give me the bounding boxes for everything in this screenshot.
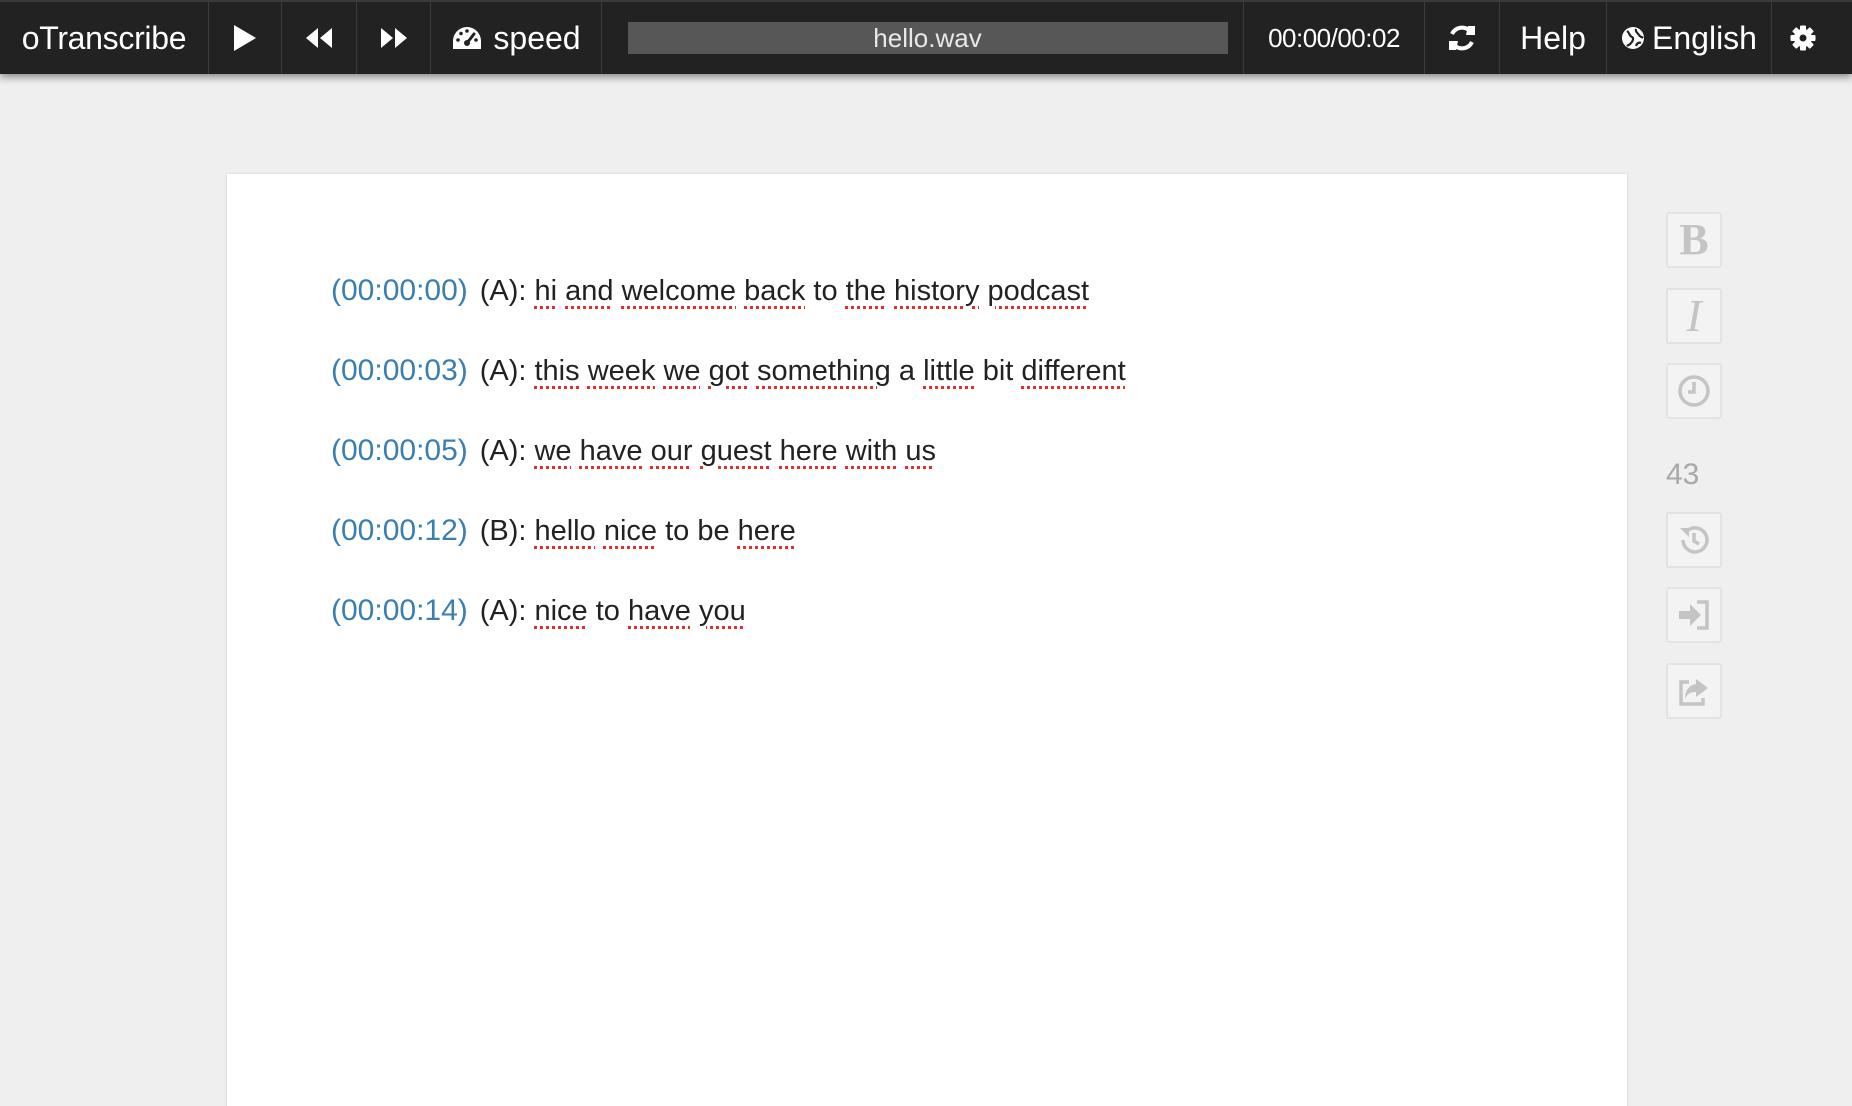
transcript-word: nice <box>534 595 588 627</box>
transcript-word: a <box>898 355 915 387</box>
transcript-editor[interactable]: (00:00:00) (A): hi and welcome back to the… <box>227 174 1627 1106</box>
transcript-word: guest <box>700 435 772 467</box>
transcript-word: welcome <box>621 275 737 307</box>
top-toolbar: oTranscribe speed hello.wav 00:00/00:02 … <box>0 0 1852 74</box>
transcript-word: to <box>665 515 690 547</box>
transcript-word: history <box>894 275 980 307</box>
insert-timestamp-button[interactable] <box>1666 363 1722 419</box>
transcript-text[interactable]: nice to have you <box>534 595 745 628</box>
transcript-word: nice <box>603 515 658 547</box>
help-button[interactable]: Help <box>1500 2 1607 74</box>
fast-forward-button[interactable] <box>357 2 431 74</box>
rewind-button[interactable] <box>282 2 357 74</box>
speaker-label: (A): <box>479 595 527 627</box>
transcript-word: got <box>708 355 749 387</box>
import-button[interactable] <box>1666 587 1722 643</box>
transcript-word: week <box>587 355 656 387</box>
transcript-text[interactable]: hello nice to be here <box>534 515 795 548</box>
transcript-word: something <box>756 355 891 387</box>
timestamp-link[interactable]: (00:00:00) <box>331 274 468 308</box>
transcript-line[interactable]: (00:00:03) (A): this week we got something… <box>331 354 1126 434</box>
transcript-word: hi <box>534 275 558 307</box>
history-button[interactable] <box>1666 512 1722 568</box>
transcript-text[interactable]: this week we got something a little bit … <box>534 355 1125 388</box>
transcript-word: little <box>923 355 975 387</box>
transcript-word: be <box>697 515 730 547</box>
reset-button[interactable] <box>1425 2 1500 74</box>
transcript-text[interactable]: we have our guest here with us <box>534 435 935 468</box>
transcript-word: different <box>1021 355 1126 387</box>
transcript-word: we <box>663 355 701 387</box>
transcript-word: and <box>565 275 614 307</box>
globe-icon <box>1622 27 1645 49</box>
transcript-word: back <box>744 275 806 307</box>
timestamp-link[interactable]: (00:00:05) <box>331 434 468 468</box>
transcript-lines: (00:00:00) (A): hi and welcome back to the… <box>331 274 1126 674</box>
export-button[interactable] <box>1666 663 1722 719</box>
import-icon <box>1679 600 1709 630</box>
speaker-label: (B): <box>479 515 527 547</box>
speaker-label: (A): <box>479 355 527 387</box>
rewind-icon <box>306 28 332 48</box>
transcript-line[interactable]: (00:00:05) (A): we have our guest here wit… <box>331 434 1126 514</box>
language-button[interactable]: English <box>1607 2 1772 74</box>
speed-button[interactable]: speed <box>431 2 602 74</box>
play-button[interactable] <box>209 2 282 74</box>
transcript-word: you <box>698 595 746 627</box>
timestamp-link[interactable]: (00:00:14) <box>331 594 468 628</box>
refresh-icon <box>1449 25 1475 51</box>
word-count: 43 <box>1666 458 1700 491</box>
transcript-line[interactable]: (00:00:00) (A): hi and welcome back to the… <box>331 274 1126 354</box>
bold-label: B <box>1679 215 1709 264</box>
bold-button[interactable]: B <box>1666 212 1722 268</box>
gear-icon <box>1790 25 1815 51</box>
transcript-word: with <box>845 435 898 467</box>
export-icon <box>1679 679 1708 706</box>
transcript-word: us <box>905 435 936 467</box>
speaker-label: (A): <box>479 435 527 467</box>
transcript-word: to <box>595 595 620 627</box>
transcript-word: hello <box>534 515 596 547</box>
transcript-word: this <box>534 355 580 387</box>
italic-button[interactable]: I <box>1666 288 1722 344</box>
transcript-word: the <box>845 275 886 307</box>
transcript-word: bit <box>982 355 1014 387</box>
language-label: English <box>1652 19 1757 56</box>
transcript-line[interactable]: (00:00:14) (A): nice to have you <box>331 594 1126 674</box>
transcript-word: podcast <box>987 275 1090 307</box>
timestamp-link[interactable]: (00:00:03) <box>331 354 468 388</box>
app-title[interactable]: oTranscribe <box>0 2 209 74</box>
play-icon <box>234 25 256 51</box>
transcript-text[interactable]: hi and welcome back to the history podca… <box>534 275 1089 308</box>
transcript-word: our <box>650 435 693 467</box>
file-progress-bar[interactable]: hello.wav <box>627 22 1228 54</box>
transcript-word: we <box>534 435 572 467</box>
speaker-label: (A): <box>479 275 527 307</box>
transcript-word: here <box>779 435 838 467</box>
settings-button[interactable] <box>1772 2 1833 74</box>
time-display: 00:00/00:02 <box>1244 2 1425 74</box>
timestamp-link[interactable]: (00:00:12) <box>331 514 468 548</box>
transcript-word: have <box>579 435 643 467</box>
clock-icon <box>1678 375 1710 407</box>
speedometer-icon <box>453 27 482 49</box>
file-area: hello.wav <box>602 2 1244 74</box>
transcript-word: to <box>813 275 838 307</box>
transcript-word: have <box>628 595 691 627</box>
history-icon <box>1680 526 1709 554</box>
fast-forward-icon <box>380 28 407 48</box>
italic-label: I <box>1686 290 1702 341</box>
file-name: hello.wav <box>873 22 982 53</box>
speed-label: speed <box>493 19 581 56</box>
transcript-word: here <box>737 515 796 547</box>
transcript-line[interactable]: (00:00:12) (B): hello nice to be here <box>331 514 1126 594</box>
